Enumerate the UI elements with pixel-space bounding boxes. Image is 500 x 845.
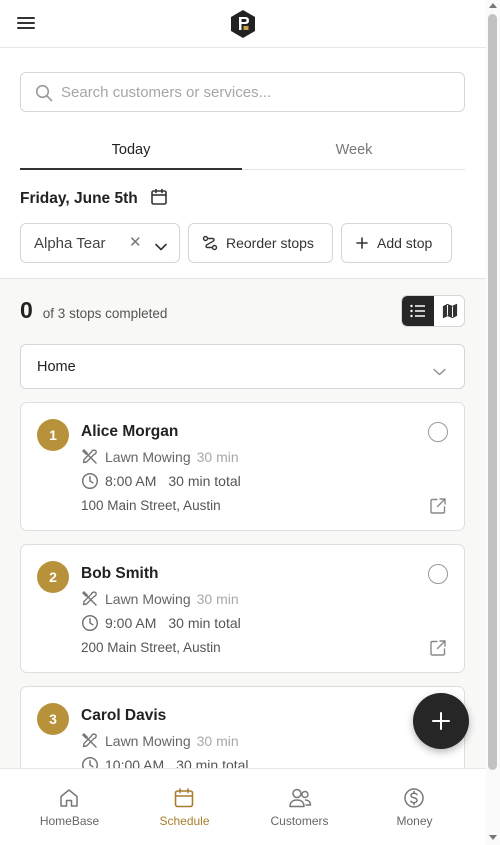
search-input[interactable]	[61, 73, 451, 111]
team-select[interactable]: Alpha Tear ✕	[20, 223, 180, 263]
add-stop-button[interactable]: Add stop	[341, 223, 452, 263]
time-row: 10:00 AM 30 min total	[81, 756, 249, 768]
service-duration: 30 min	[196, 733, 239, 749]
service-name: Lawn Mowing	[105, 733, 191, 749]
nav-item-schedule[interactable]: Schedule	[127, 769, 242, 845]
nav-label: Schedule	[159, 814, 210, 828]
add-fab-button[interactable]	[413, 693, 469, 749]
service-duration: 30 min	[196, 449, 239, 465]
stop-address: 100 Main Street, Austin	[81, 498, 221, 513]
scroll-up-arrow[interactable]	[489, 3, 497, 8]
stop-number-badge: 2	[37, 561, 69, 593]
search-icon	[35, 84, 53, 102]
tools-icon	[81, 732, 97, 748]
tab-week[interactable]: Week	[243, 135, 465, 170]
external-link-icon[interactable]	[429, 639, 447, 662]
customer-name[interactable]: Alice Morgan	[81, 423, 178, 441]
nav-label: Customers	[270, 814, 329, 828]
bottom-nav: HomeBase Schedule Customers Money	[0, 768, 486, 845]
scrollbar-thumb[interactable]	[488, 14, 497, 770]
stop-total: 30 min total	[168, 615, 241, 631]
time-row: 8:00 AM 30 min total	[81, 472, 241, 490]
tools-icon	[81, 448, 97, 464]
plus-icon	[356, 237, 368, 249]
nav-label: Money	[396, 814, 433, 828]
top-bar	[0, 0, 486, 48]
stop-total: 30 min total	[176, 757, 249, 768]
complete-checkbox[interactable]	[428, 564, 448, 584]
stop-number-badge: 3	[37, 703, 69, 735]
search-field[interactable]	[20, 72, 465, 112]
stop-number-badge: 1	[37, 419, 69, 451]
external-link-icon[interactable]	[429, 497, 447, 520]
schedule-content: Today Week Friday, June 5th Alpha Tear ✕	[0, 49, 486, 768]
clock-icon	[81, 472, 99, 490]
reorder-stops-button[interactable]: Reorder stops	[188, 223, 333, 263]
tabs: Today Week	[20, 135, 465, 170]
customer-name[interactable]: Carol Davis	[81, 707, 166, 725]
list-view-button[interactable]	[402, 296, 434, 326]
add-stop-label: Add stop	[377, 235, 433, 251]
completed-count: 0	[20, 297, 33, 323]
stop-time: 9:00 AM	[105, 615, 157, 631]
calendar-icon	[174, 788, 194, 808]
customer-name[interactable]: Bob Smith	[81, 565, 159, 583]
stop-card[interactable]: 3 Carol Davis Lawn Mowing 30 min 10:00 A…	[20, 686, 465, 768]
reorder-icon	[202, 235, 218, 251]
stop-total: 30 min total	[168, 473, 241, 489]
stop-time: 10:00 AM	[105, 757, 165, 768]
calendar-icon[interactable]	[150, 188, 168, 211]
nav-label: HomeBase	[39, 814, 100, 828]
users-icon	[289, 788, 312, 808]
chevron-down-icon[interactable]	[155, 238, 167, 256]
start-location-select[interactable]: Home	[20, 344, 465, 389]
stop-card[interactable]: 2 Bob Smith Lawn Mowing 30 min 9:00 AM 3…	[20, 544, 465, 673]
home-icon	[60, 789, 78, 807]
date-row: Friday, June 5th	[20, 188, 168, 211]
close-icon[interactable]: ✕	[129, 233, 142, 251]
team-select-value: Alpha Tear	[34, 235, 106, 252]
stop-time: 8:00 AM	[105, 473, 157, 489]
dollar-icon	[404, 788, 424, 808]
service-name: Lawn Mowing	[105, 449, 191, 465]
date-label: Friday, June 5th	[20, 190, 138, 207]
service-name: Lawn Mowing	[105, 591, 191, 607]
stops-panel: 0 of 3 stops completed Home 1 Alice Morg…	[0, 278, 486, 768]
scrollbar[interactable]	[486, 0, 500, 845]
tab-today[interactable]: Today	[20, 135, 242, 170]
map-icon	[442, 303, 458, 319]
nav-item-money[interactable]: Money	[357, 769, 472, 845]
stop-address: 200 Main Street, Austin	[81, 640, 221, 655]
time-row: 9:00 AM 30 min total	[81, 614, 241, 632]
service-row: Lawn Mowing 30 min	[81, 590, 239, 608]
schedule-controls: Today Week Friday, June 5th Alpha Tear ✕	[0, 49, 486, 278]
service-duration: 30 min	[196, 591, 239, 607]
complete-checkbox[interactable]	[428, 422, 448, 442]
service-row: Lawn Mowing 30 min	[81, 448, 239, 466]
progress-summary: 0 of 3 stops completed	[20, 297, 167, 324]
nav-item-customers[interactable]: Customers	[242, 769, 357, 845]
reorder-stops-label: Reorder stops	[226, 235, 314, 251]
view-toggle	[401, 295, 465, 327]
nav-item-homebase[interactable]: HomeBase	[12, 769, 127, 845]
list-icon	[410, 304, 425, 318]
chevron-down-icon[interactable]	[433, 363, 446, 381]
scroll-down-arrow[interactable]	[489, 835, 497, 840]
app-logo[interactable]	[229, 9, 257, 39]
clock-icon	[81, 614, 99, 632]
map-view-button[interactable]	[434, 296, 464, 326]
service-row: Lawn Mowing 30 min	[81, 732, 239, 750]
hamburger-icon[interactable]	[17, 17, 35, 29]
clock-icon	[81, 756, 99, 768]
tools-icon	[81, 590, 97, 606]
start-location-value: Home	[37, 359, 76, 375]
plus-icon	[432, 712, 450, 730]
stop-card[interactable]: 1 Alice Morgan Lawn Mowing 30 min 8:00 A…	[20, 402, 465, 531]
completed-text: of 3 stops completed	[42, 306, 168, 321]
